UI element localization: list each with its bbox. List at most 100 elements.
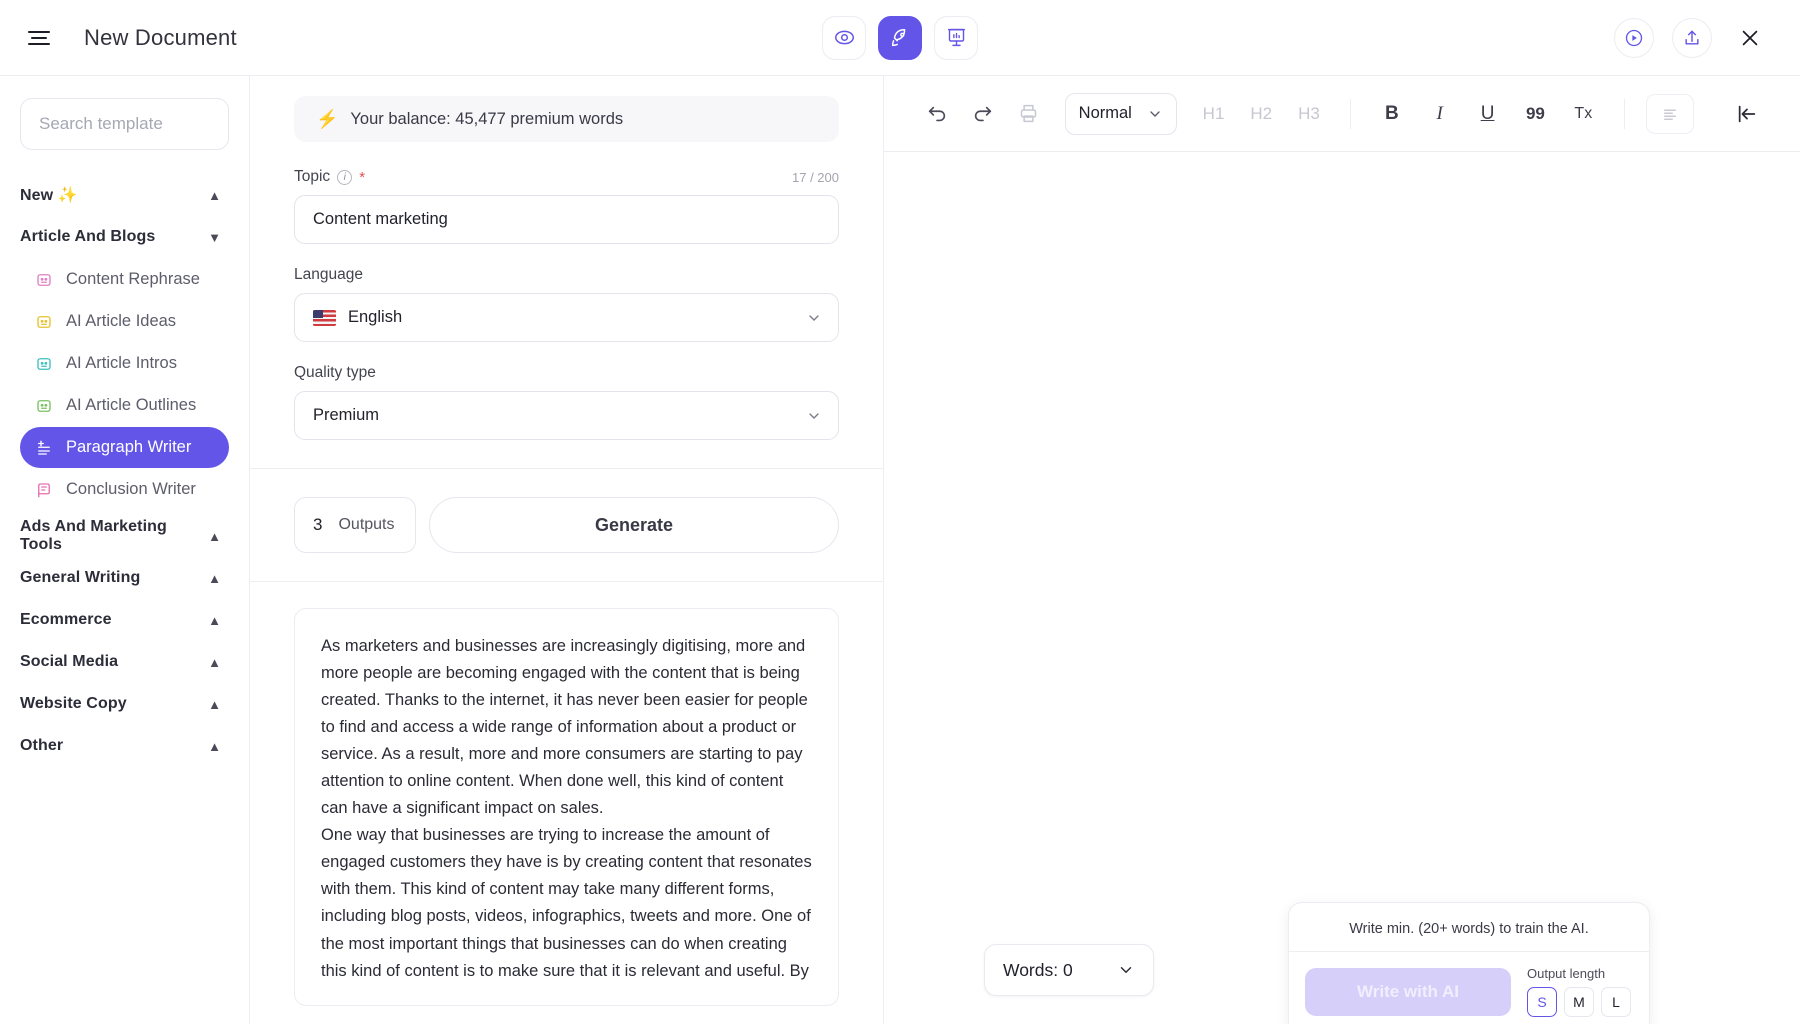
flag-conclusion-icon <box>34 480 54 500</box>
share-button[interactable] <box>1672 18 1712 58</box>
share-upload-icon <box>1682 28 1702 48</box>
sidebar-item-label: Paragraph Writer <box>66 438 191 457</box>
output-size-buttons: S M L <box>1527 987 1631 1017</box>
chevron-up-icon: ▲ <box>208 614 221 627</box>
print-button[interactable] <box>1010 95 1048 133</box>
output-size-m-button[interactable]: M <box>1564 987 1594 1017</box>
collapse-panel-button[interactable] <box>1728 95 1766 133</box>
ai-panel-body: Write with AI Output length S M L <box>1289 952 1649 1024</box>
output-length-group: Output length S M L <box>1527 966 1631 1017</box>
sidebar-item-label: Content Rephrase <box>66 270 200 289</box>
sidebar-item-ai-article-outlines[interactable]: AI Article Outlines <box>20 385 229 426</box>
redo-button[interactable] <box>964 95 1002 133</box>
undo-button[interactable] <box>918 95 956 133</box>
sidebar-group-social-media[interactable]: Social Media ▲ <box>20 641 229 683</box>
topic-label-row: Topic i * 17 / 200 <box>294 168 839 186</box>
collapse-panel-icon <box>1736 103 1758 125</box>
required-asterisk: * <box>359 170 365 185</box>
language-select[interactable]: English <box>294 293 839 342</box>
sidebar-item-conclusion-writer[interactable]: Conclusion Writer <box>20 469 229 510</box>
heading-1-button[interactable]: H1 <box>1194 104 1234 124</box>
output-size-s-button[interactable]: S <box>1527 987 1557 1017</box>
topic-label: Topic <box>294 168 330 186</box>
quality-select[interactable]: Premium <box>294 391 839 440</box>
heading-1-label: H1 <box>1203 104 1225 124</box>
topic-label-group: Topic i * <box>294 168 365 186</box>
template-form-panel: ⚡ Your balance: 45,477 premium words Top… <box>250 76 884 1024</box>
sidebar-group-website-copy[interactable]: Website Copy ▲ <box>20 683 229 725</box>
form-actions: 3 Outputs Generate <box>250 469 883 582</box>
sidebar-group-ecommerce[interactable]: Ecommerce ▲ <box>20 599 229 641</box>
bolt-icon: ⚡ <box>316 110 338 128</box>
sidebar-item-label: AI Article Outlines <box>66 396 196 415</box>
undo-icon <box>926 103 948 125</box>
chevron-down-icon <box>806 310 822 326</box>
rocket-button[interactable] <box>878 16 922 60</box>
clear-format-button[interactable]: Tx <box>1563 94 1603 134</box>
result-card[interactable]: As marketers and businesses are increasi… <box>294 608 839 1006</box>
write-with-ai-button[interactable]: Write with AI <box>1305 968 1511 1016</box>
quality-label: Quality type <box>294 364 376 382</box>
sidebar-item-paragraph-writer[interactable]: Paragraph Writer <box>20 427 229 468</box>
heading-3-button[interactable]: H3 <box>1289 104 1329 124</box>
preview-eye-button[interactable] <box>822 16 866 60</box>
chevron-down-icon: ▼ <box>208 231 221 244</box>
sidebar-item-ai-article-intros[interactable]: AI Article Intros <box>20 343 229 384</box>
sidebar-group-other[interactable]: Other ▲ <box>20 725 229 767</box>
sidebar-group-label: Social Media <box>20 653 118 671</box>
sidebar-group-new[interactable]: New ✨ ▲ <box>20 174 229 216</box>
output-size-l-button[interactable]: L <box>1601 987 1631 1017</box>
word-count-label: Words: 0 <box>1003 960 1073 981</box>
sidebar-group-label: Article And Blogs <box>20 228 155 246</box>
quality-value: Premium <box>313 406 794 425</box>
presentation-button[interactable] <box>934 16 978 60</box>
sidebar-item-content-rephrase[interactable]: Content Rephrase <box>20 259 229 300</box>
editor-canvas[interactable]: Words: 0 Write min. (20+ words) to train… <box>884 152 1800 1024</box>
topic-input[interactable] <box>294 195 839 244</box>
close-button[interactable] <box>1730 18 1770 58</box>
align-left-icon <box>1661 105 1679 123</box>
template-nav: New ✨ ▲ Article And Blogs ▼ Content Reph… <box>20 174 229 767</box>
balance-banner: ⚡ Your balance: 45,477 premium words <box>294 96 839 142</box>
info-circle-icon[interactable]: i <box>337 170 352 185</box>
document-title: New Document <box>84 25 237 51</box>
italic-button[interactable]: I <box>1420 94 1460 134</box>
play-circle-icon <box>1624 28 1644 48</box>
chevron-down-icon <box>1147 106 1163 122</box>
presentation-chart-icon <box>946 27 967 48</box>
heading-2-button[interactable]: H2 <box>1241 104 1281 124</box>
search-template-input[interactable] <box>20 98 229 150</box>
language-label: Language <box>294 266 363 284</box>
generate-button[interactable]: Generate <box>429 497 839 553</box>
rocket-icon <box>889 27 911 49</box>
chevron-up-icon: ▲ <box>208 656 221 669</box>
chevron-up-icon: ▲ <box>208 572 221 585</box>
right-tool-group <box>1614 18 1770 58</box>
word-count-select[interactable]: Words: 0 <box>984 944 1154 996</box>
sidebar-item-label: AI Article Intros <box>66 354 177 373</box>
language-label-row: Language <box>294 266 839 284</box>
results-area: As marketers and businesses are increasi… <box>250 582 883 1024</box>
chevron-up-icon: ▲ <box>208 530 221 543</box>
bold-button[interactable]: B <box>1372 94 1412 134</box>
align-button[interactable] <box>1646 94 1694 134</box>
hamburger-menu-icon[interactable] <box>28 21 62 55</box>
toolbar-divider <box>1624 99 1625 129</box>
template-sidebar: New ✨ ▲ Article And Blogs ▼ Content Reph… <box>0 76 250 1024</box>
play-circle-button[interactable] <box>1614 18 1654 58</box>
print-icon <box>1018 103 1039 124</box>
underline-button[interactable]: U <box>1468 94 1508 134</box>
sidebar-group-ads-and-marketing-tools[interactable]: Ads And Marketing Tools ▲ <box>20 515 229 557</box>
blockquote-button[interactable]: 99 <box>1516 94 1556 134</box>
robot-rephrase-icon <box>34 270 54 290</box>
robot-intro-icon <box>34 354 54 374</box>
outputs-count: 3 <box>313 515 322 535</box>
sidebar-group-general-writing[interactable]: General Writing ▲ <box>20 557 229 599</box>
center-tool-group <box>822 16 978 60</box>
sidebar-item-ai-article-ideas[interactable]: AI Article Ideas <box>20 301 229 342</box>
topic-char-counter: 17 / 200 <box>792 170 839 185</box>
main-body: New ✨ ▲ Article And Blogs ▼ Content Reph… <box>0 76 1800 1024</box>
sidebar-group-article-and-blogs[interactable]: Article And Blogs ▼ <box>20 216 229 258</box>
outputs-stepper[interactable]: 3 Outputs <box>294 497 416 553</box>
text-style-select[interactable]: Normal <box>1065 93 1177 135</box>
